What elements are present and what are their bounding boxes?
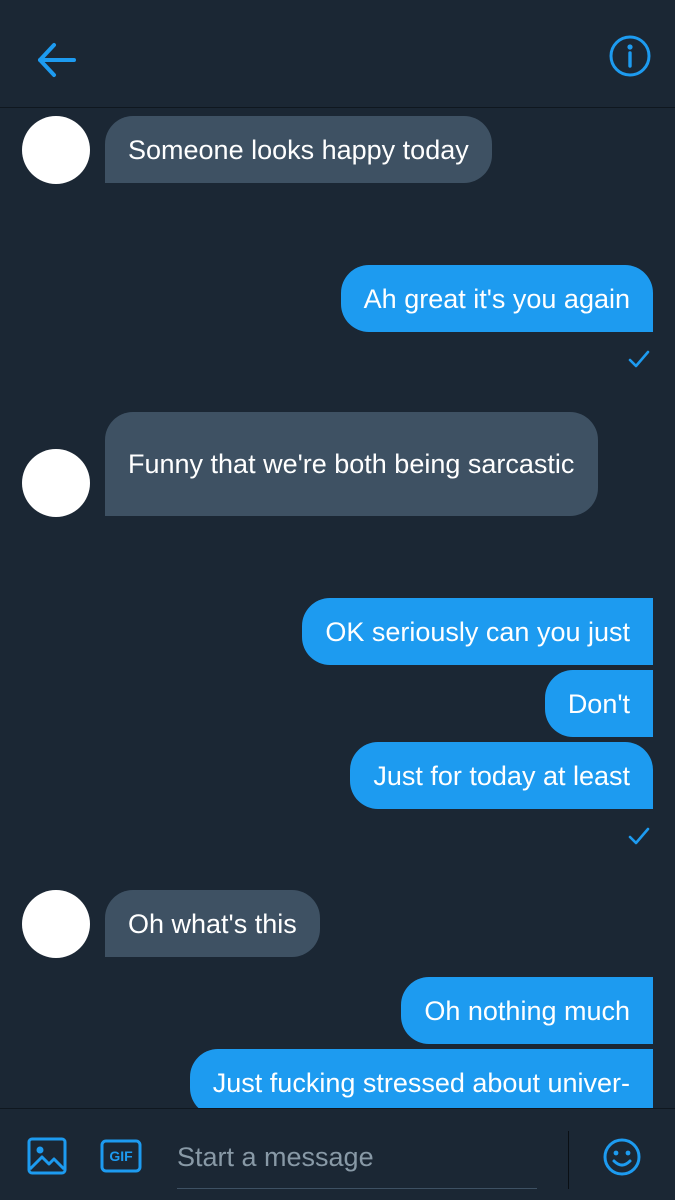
message-bubble-incoming[interactable]: Someone looks happy today: [105, 116, 492, 183]
dm-conversation-screen: Someone looks happy today Ah great it's …: [0, 0, 675, 1200]
arrow-left-icon: [38, 43, 76, 77]
message-bubble-outgoing[interactable]: Oh nothing much: [401, 977, 653, 1044]
gif-button[interactable]: GIF: [100, 1139, 142, 1173]
message-bubble-outgoing[interactable]: Don't: [544, 670, 653, 737]
conversation-header: [0, 0, 675, 108]
read-check-icon: [628, 350, 650, 368]
message-bubble-incoming[interactable]: Funny that we're both being sarcastic: [105, 412, 598, 516]
avatar[interactable]: [22, 890, 90, 958]
message-text: Someone looks happy today: [128, 134, 469, 165]
read-check-icon: [628, 827, 650, 845]
message-bubble-incoming[interactable]: Oh what's this: [105, 890, 320, 957]
back-button[interactable]: [30, 34, 82, 86]
message-text: OK seriously can you just: [325, 616, 630, 647]
message-bubble-outgoing[interactable]: OK seriously can you just: [302, 598, 653, 665]
message-bubble-outgoing[interactable]: Ah great it's you again: [340, 265, 653, 332]
message-text: Oh nothing much: [424, 995, 630, 1026]
emoji-icon: [603, 1138, 641, 1176]
info-icon: [609, 35, 651, 77]
message-bubble-outgoing[interactable]: Just for today at least: [350, 742, 653, 809]
message-text: Ah great it's you again: [363, 283, 630, 314]
message-composer: GIF: [0, 1108, 675, 1200]
avatar[interactable]: [22, 116, 90, 184]
message-list[interactable]: Someone looks happy today Ah great it's …: [0, 109, 675, 1109]
message-input-wrapper: [177, 1127, 537, 1189]
info-button[interactable]: [604, 30, 656, 82]
message-text: Oh what's this: [128, 908, 297, 939]
composer-divider: [568, 1131, 569, 1189]
gif-label: GIF: [109, 1148, 133, 1164]
message-text: Just fucking stressed about univer-: [212, 1067, 630, 1098]
message-text: Funny that we're both being sarcastic: [128, 449, 575, 479]
avatar[interactable]: [22, 449, 90, 517]
add-media-button[interactable]: [27, 1136, 67, 1176]
message-input[interactable]: [177, 1127, 537, 1188]
image-icon: [27, 1137, 67, 1175]
message-text: Don't: [567, 688, 630, 719]
message-bubble-outgoing[interactable]: Just fucking stressed about univer-: [189, 1049, 653, 1109]
emoji-button[interactable]: [602, 1137, 642, 1177]
message-text: Just for today at least: [373, 760, 630, 791]
